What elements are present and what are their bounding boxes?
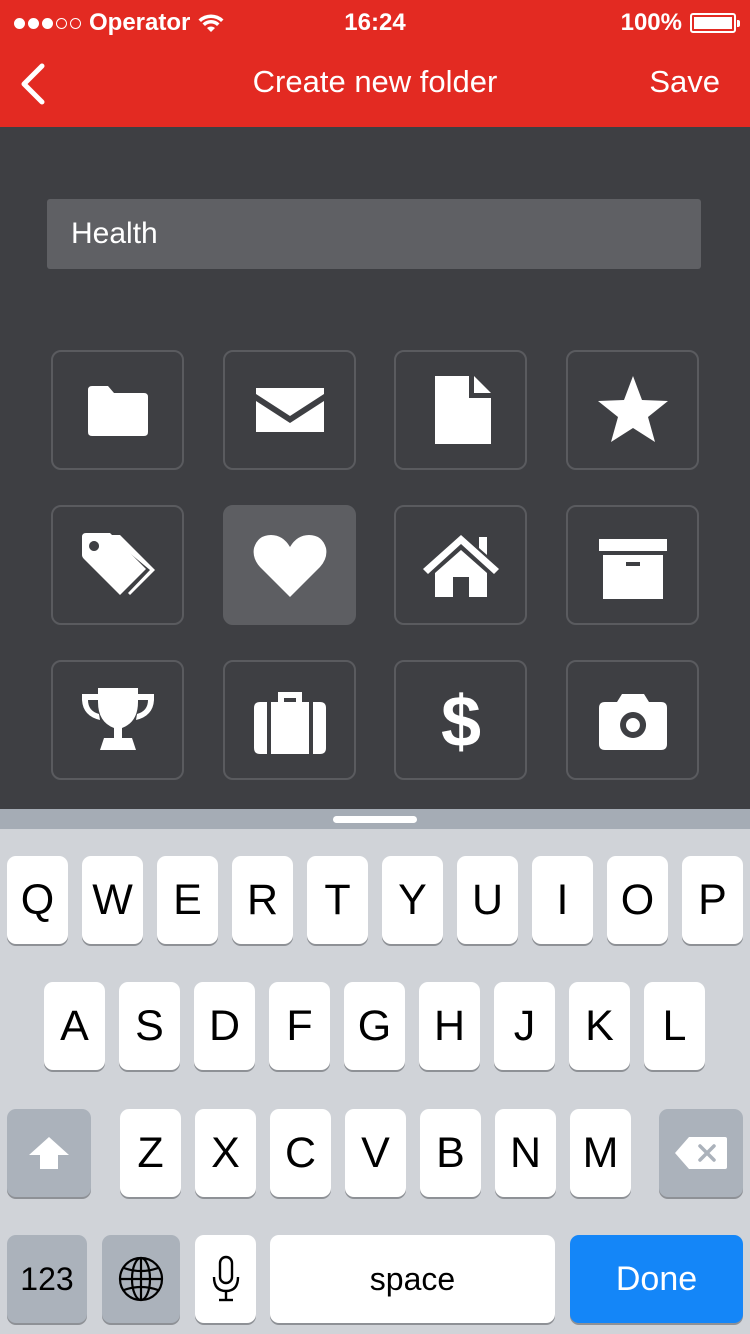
trophy-icon	[81, 688, 154, 750]
key-c[interactable]: C	[270, 1109, 331, 1197]
header-bar: Operator 16:24 100% Create new folder Sa…	[0, 0, 750, 127]
key-e[interactable]: E	[157, 856, 218, 944]
key-d[interactable]: D	[194, 982, 255, 1070]
key-o[interactable]: O	[607, 856, 668, 944]
folder-name-input[interactable]	[47, 199, 701, 269]
battery-percent: 100%	[620, 9, 682, 36]
numbers-key[interactable]: 123	[7, 1235, 87, 1323]
key-z[interactable]: Z	[120, 1109, 181, 1197]
key-j[interactable]: J	[494, 982, 555, 1070]
icon-option-archive[interactable]	[566, 505, 699, 625]
space-key[interactable]: space	[270, 1235, 555, 1323]
folder-icon	[87, 386, 148, 436]
shift-key[interactable]	[7, 1109, 91, 1197]
backspace-key[interactable]	[659, 1109, 743, 1197]
tags-icon	[81, 533, 155, 595]
svg-text:$: $	[440, 682, 480, 760]
icon-option-envelope[interactable]	[223, 350, 356, 470]
done-key[interactable]: Done	[570, 1235, 743, 1323]
status-right: 100%	[620, 9, 740, 37]
key-w[interactable]: W	[82, 856, 143, 944]
camera-icon	[598, 694, 667, 750]
dictation-key[interactable]	[195, 1235, 256, 1323]
key-i[interactable]: I	[532, 856, 593, 944]
delete-backward-icon	[675, 1137, 727, 1169]
key-b[interactable]: B	[420, 1109, 481, 1197]
globe-key[interactable]	[102, 1235, 180, 1323]
icon-option-home[interactable]	[394, 505, 527, 625]
document-icon	[434, 376, 491, 444]
key-t[interactable]: T	[307, 856, 368, 944]
key-x[interactable]: X	[195, 1109, 256, 1197]
key-q[interactable]: Q	[7, 856, 68, 944]
key-l[interactable]: L	[644, 982, 705, 1070]
star-icon	[597, 376, 668, 442]
key-g[interactable]: G	[344, 982, 405, 1070]
icon-option-trophy[interactable]	[51, 660, 184, 780]
save-button[interactable]: Save	[649, 64, 720, 100]
briefcase-icon	[253, 692, 326, 754]
key-y[interactable]: Y	[382, 856, 443, 944]
icon-option-tags[interactable]	[51, 505, 184, 625]
icon-option-dollar[interactable]: $	[394, 660, 527, 780]
keyboard: QWERTYUIOP ASDFGHJKL ZXCVBNM 123 space D…	[0, 809, 750, 1334]
icon-option-camera[interactable]	[566, 660, 699, 780]
key-k[interactable]: K	[569, 982, 630, 1070]
key-a[interactable]: A	[44, 982, 105, 1070]
navigation-bar: Create new folder Save	[0, 40, 750, 127]
key-s[interactable]: S	[119, 982, 180, 1070]
icon-option-briefcase[interactable]	[223, 660, 356, 780]
shift-arrow-icon	[29, 1137, 69, 1169]
battery-icon	[690, 13, 740, 33]
envelope-icon	[255, 388, 324, 432]
key-u[interactable]: U	[457, 856, 518, 944]
icon-option-document[interactable]	[394, 350, 527, 470]
archive-box-icon	[598, 539, 667, 599]
key-p[interactable]: P	[682, 856, 743, 944]
status-bar: Operator 16:24 100%	[0, 0, 750, 40]
key-h[interactable]: H	[419, 982, 480, 1070]
page-title: Create new folder	[252, 64, 498, 99]
keyboard-top-bar	[0, 809, 750, 829]
key-r[interactable]: R	[232, 856, 293, 944]
icon-option-folder[interactable]	[51, 350, 184, 470]
key-n[interactable]: N	[495, 1109, 556, 1197]
icon-option-star[interactable]	[566, 350, 699, 470]
heart-icon	[253, 535, 326, 597]
dollar-icon: $	[440, 682, 480, 760]
key-m[interactable]: M	[570, 1109, 631, 1197]
keyboard-drag-handle[interactable]	[333, 816, 417, 823]
home-icon	[422, 535, 499, 597]
icon-option-heart[interactable]	[223, 505, 356, 625]
key-v[interactable]: V	[345, 1109, 406, 1197]
microphone-icon	[212, 1255, 239, 1302]
globe-icon	[118, 1256, 164, 1302]
key-f[interactable]: F	[269, 982, 330, 1070]
